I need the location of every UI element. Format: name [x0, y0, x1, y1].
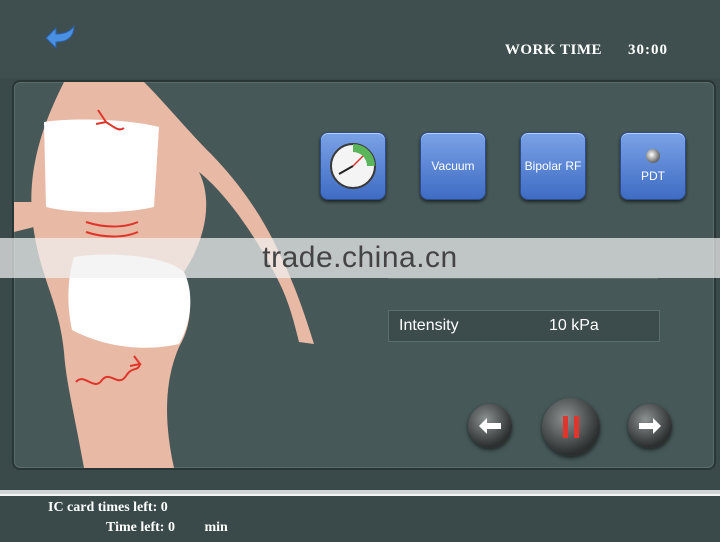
- pdt-label: PDT: [641, 169, 665, 183]
- arrow-right-icon: [639, 418, 661, 434]
- pdt-light-icon: [646, 149, 660, 163]
- ic-card-value: 0: [160, 500, 168, 515]
- time-left-unit: min: [204, 520, 228, 535]
- pdt-mode-button[interactable]: PDT: [620, 132, 686, 200]
- back-arrow-icon[interactable]: [44, 22, 82, 52]
- status-bar: IC card times left: 0 Time left: 0 min: [0, 496, 720, 542]
- next-button[interactable]: [628, 404, 672, 448]
- divider-strip: [0, 490, 720, 494]
- arrow-left-icon: [479, 418, 501, 434]
- ic-card-label: IC card times left:: [48, 500, 158, 515]
- bipolar-rf-mode-button[interactable]: Bipolar RF: [520, 132, 586, 200]
- watermark-text: trade.china.cn: [262, 241, 458, 274]
- time-left-status: Time left: 0 min: [106, 520, 228, 536]
- intensity-readout: Intensity 10 kPa: [388, 310, 660, 342]
- bipolar-rf-label: Bipolar RF: [524, 159, 582, 173]
- work-time-display: WORK TIME 30:00: [505, 42, 668, 59]
- divider: [388, 278, 658, 279]
- watermark-band: trade.china.cn: [0, 238, 720, 278]
- pause-button[interactable]: [542, 398, 600, 456]
- intensity-label: Intensity: [399, 317, 459, 334]
- timer-mode-button[interactable]: [320, 132, 386, 200]
- stopwatch-icon: [330, 143, 376, 189]
- top-bar: WORK TIME 30:00: [0, 0, 720, 78]
- vacuum-mode-button[interactable]: Vacuum: [420, 132, 486, 200]
- ic-card-status: IC card times left: 0: [48, 500, 168, 516]
- work-time-value: 30:00: [628, 42, 668, 58]
- time-left-label: Time left:: [106, 520, 165, 535]
- time-left-value: 0: [167, 520, 175, 535]
- pause-icon: [563, 416, 579, 438]
- work-time-label: WORK TIME: [504, 42, 602, 58]
- intensity-value: 10 kPa: [549, 317, 599, 334]
- vacuum-label: Vacuum: [431, 159, 475, 173]
- previous-button[interactable]: [468, 404, 512, 448]
